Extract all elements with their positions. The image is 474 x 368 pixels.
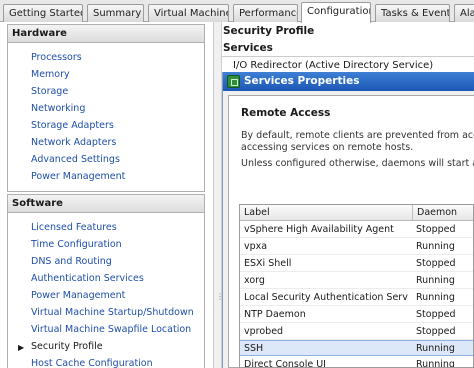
table-row[interactable]: Direct Console UI Running (240, 357, 473, 368)
daemon-status: Stopped (416, 326, 456, 337)
remote-access-description-line2: accessing services on remote hosts. (241, 142, 414, 153)
table-row[interactable]: vprobed Stopped (240, 324, 473, 340)
daemon-status: Running (416, 275, 455, 286)
daemon-status: Stopped (416, 258, 456, 269)
services-heading: Services (223, 42, 273, 54)
column-header-label[interactable]: Label (240, 205, 270, 221)
tab-tasks-events[interactable]: Tasks & Events (375, 4, 450, 22)
table-row[interactable]: Local Security Authentication Serv... Ru… (240, 290, 473, 306)
service-label: NTP Daemon (244, 309, 306, 320)
daemon-status: Running (416, 343, 455, 354)
service-label: Local Security Authentication Serv... (244, 292, 408, 303)
tab-performance[interactable]: Performance (233, 4, 298, 22)
nav-link-licensed-features[interactable]: Licensed Features (31, 222, 117, 233)
table-row[interactable]: ESXi Shell Stopped (240, 256, 473, 272)
nav-link-networking[interactable]: Networking (31, 103, 85, 114)
vsphere-app-icon (227, 75, 240, 88)
nav-link-dns-routing[interactable]: DNS and Routing (31, 256, 112, 267)
nav-link-power-management-hw[interactable]: Power Management (31, 171, 125, 182)
panel-splitter[interactable]: ⋮ (214, 22, 224, 368)
service-label: vpxa (244, 241, 268, 252)
service-label: xorg (244, 275, 265, 286)
daemon-status: Stopped (416, 309, 456, 320)
table-row[interactable]: xorg Running (240, 273, 473, 289)
nav-link-memory[interactable]: Memory (31, 69, 70, 80)
table-row[interactable]: vpxa Running (240, 239, 473, 255)
daemon-status: Running (416, 292, 455, 303)
hardware-section: Hardware Processors Memory Storage Netwo… (7, 24, 205, 192)
tab-alarms[interactable]: Ala (454, 4, 474, 22)
nav-link-time-configuration[interactable]: Time Configuration (31, 239, 122, 250)
tab-getting-started[interactable]: Getting Started (3, 4, 83, 22)
service-label: vSphere High Availability Agent (244, 224, 394, 235)
remote-access-heading: Remote Access (241, 107, 331, 119)
nav-link-vm-swapfile-location[interactable]: Virtual Machine Swapfile Location (31, 324, 191, 335)
dialog-title: Services Properties (244, 75, 360, 87)
service-label: vprobed (244, 326, 284, 337)
nav-link-authentication-services[interactable]: Authentication Services (31, 273, 144, 284)
daemon-status: Running (416, 241, 455, 252)
divider (222, 56, 474, 57)
nav-link-processors[interactable]: Processors (31, 52, 82, 63)
tab-virtual-machines[interactable]: Virtual Machines (148, 4, 229, 22)
daemon-status: Stopped (416, 224, 456, 235)
hardware-section-header: Hardware (8, 25, 204, 43)
tab-summary[interactable]: Summary (87, 4, 144, 22)
nav-link-advanced-settings[interactable]: Advanced Settings (31, 154, 120, 165)
services-table-header: Label Daemon (240, 205, 473, 221)
services-table: Label Daemon vSphere High Availability A… (239, 204, 474, 368)
nav-link-security-profile[interactable]: Security Profile (31, 341, 103, 352)
service-list-item: I/O Redirector (Active Directory Service… (233, 60, 434, 71)
table-row[interactable]: NTP Daemon Stopped (240, 307, 473, 323)
nav-link-host-cache-configuration[interactable]: Host Cache Configuration (31, 358, 153, 368)
daemon-startup-description: Unless configured otherwise, daemons wil… (241, 158, 474, 169)
software-section-header: Software (8, 195, 204, 213)
column-header-daemon[interactable]: Daemon (412, 205, 457, 221)
daemon-status: Running (416, 359, 455, 368)
nav-link-storage[interactable]: Storage (31, 86, 68, 97)
remote-access-description-line1: By default, remote clients are prevented… (241, 130, 474, 141)
tab-configuration[interactable]: Configuration (301, 2, 371, 23)
table-row-selected[interactable]: SSH Running (240, 340, 473, 356)
nav-link-storage-adapters[interactable]: Storage Adapters (31, 120, 114, 131)
service-label: Direct Console UI (244, 359, 326, 368)
service-label: SSH (244, 343, 264, 354)
software-section: Software Licensed Features Time Configur… (7, 194, 205, 368)
table-row[interactable]: vSphere High Availability Agent Stopped (240, 222, 473, 238)
configuration-nav-panel: Hardware Processors Memory Storage Netwo… (0, 22, 214, 368)
nav-link-network-adapters[interactable]: Network Adapters (31, 137, 116, 148)
nav-link-vm-startup-shutdown[interactable]: Virtual Machine Startup/Shutdown (31, 307, 194, 318)
selected-bullet-icon: ▶ (18, 343, 25, 352)
tab-bar: Getting Started Summary Virtual Machines… (0, 0, 474, 23)
nav-link-power-management-sw[interactable]: Power Management (31, 290, 125, 301)
service-label: ESXi Shell (244, 258, 292, 269)
dialog-titlebar[interactable]: Services Properties (223, 72, 474, 91)
page-title: Security Profile (223, 25, 315, 37)
